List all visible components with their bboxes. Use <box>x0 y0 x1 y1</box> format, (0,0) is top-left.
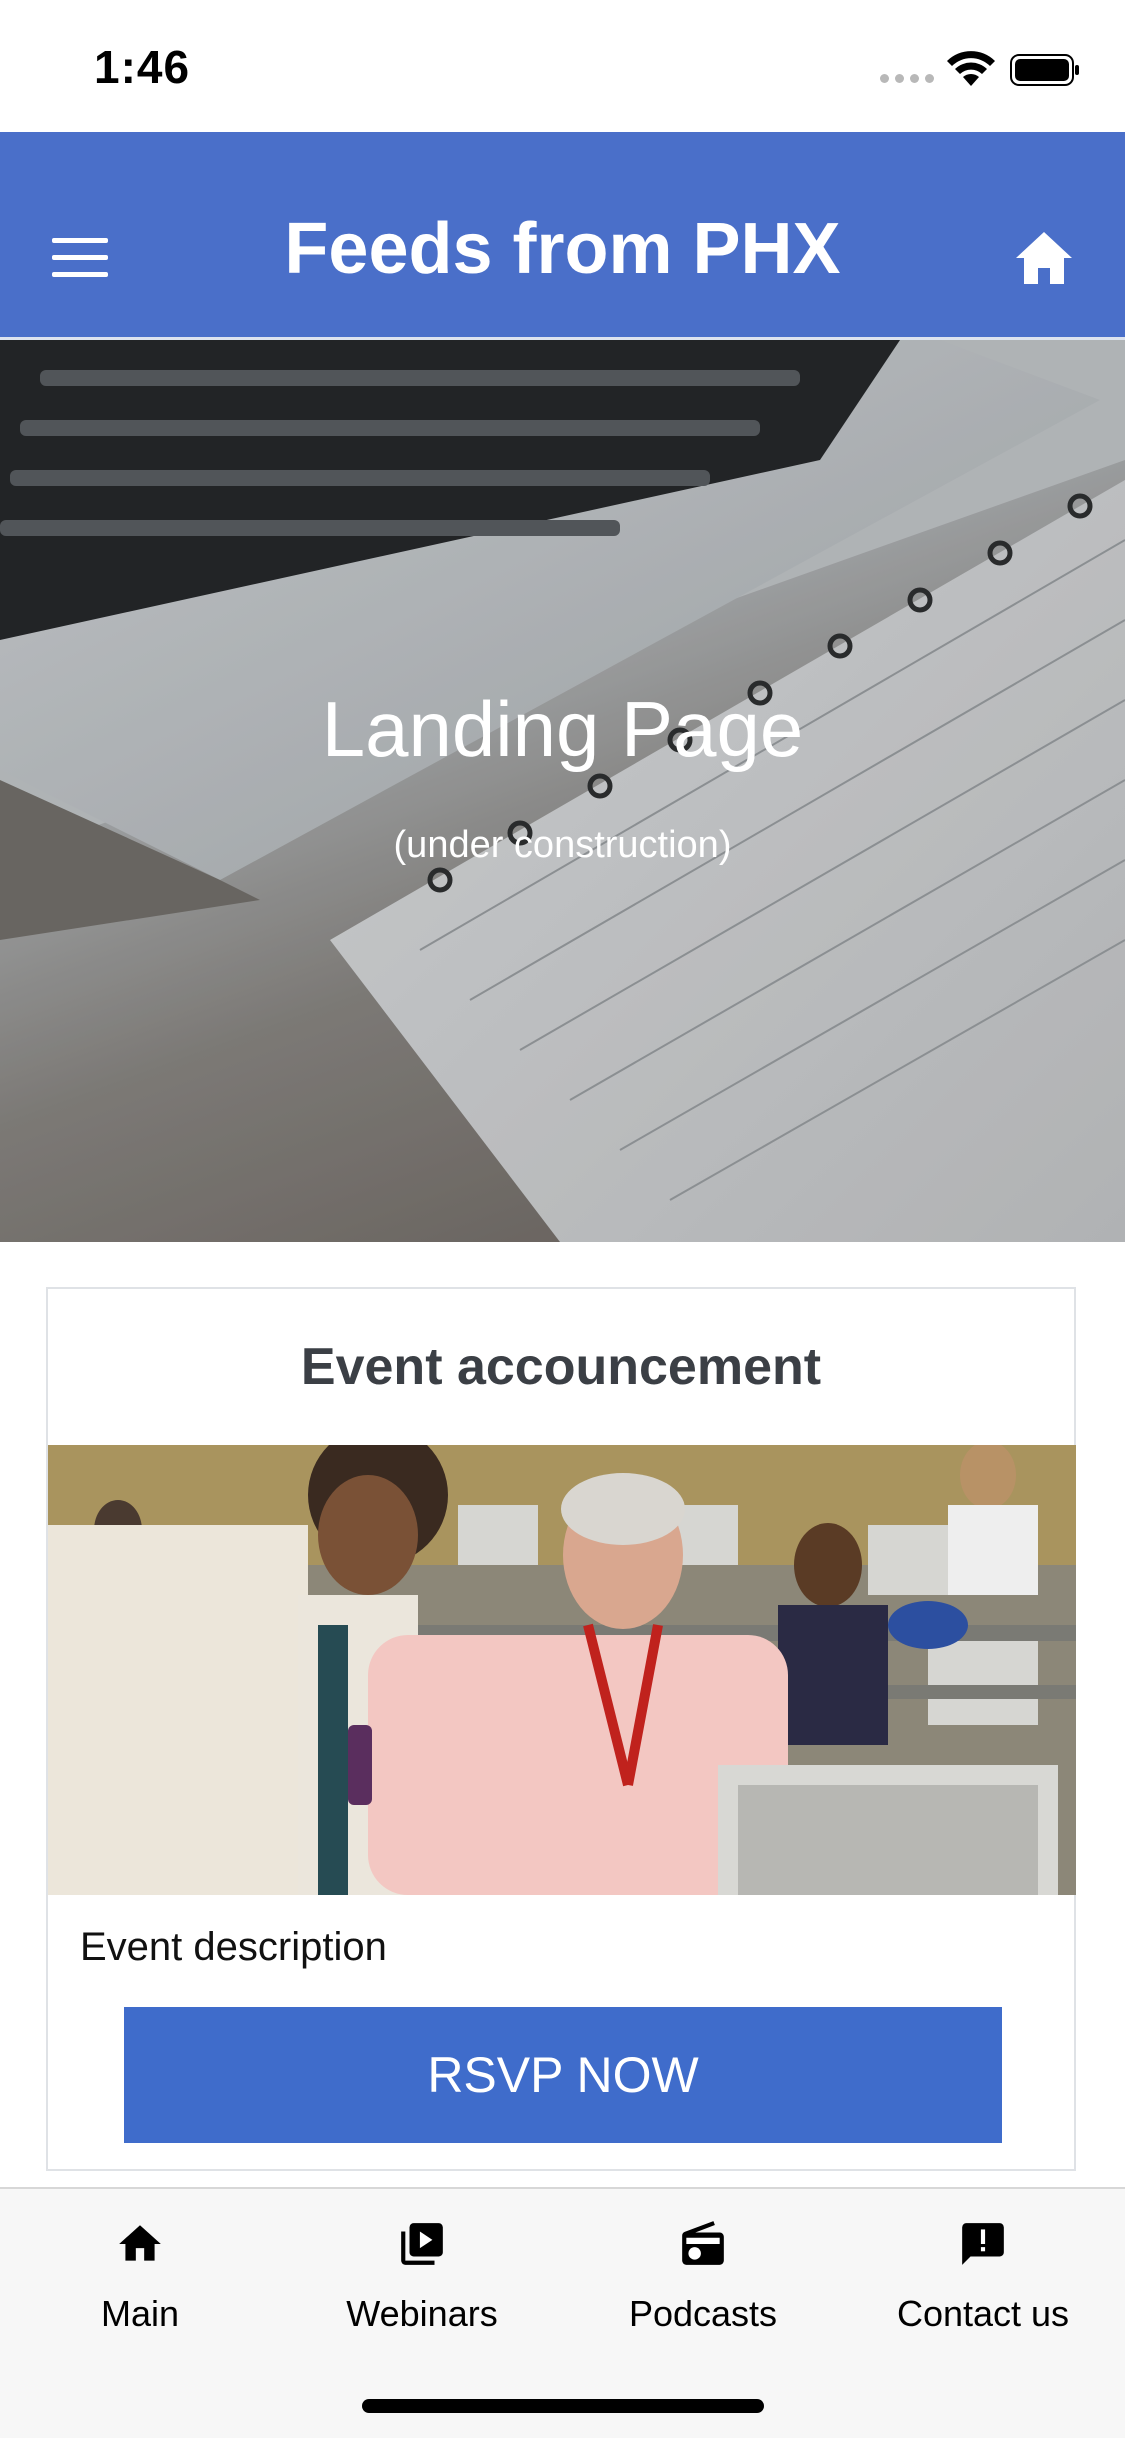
hero-title: Landing Page <box>321 685 804 773</box>
tab-main[interactable]: Main <box>0 2219 280 2335</box>
hero-background-image <box>0 340 1125 1242</box>
hero-subtitle: (under construction) <box>393 824 732 866</box>
tab-contact-us[interactable]: Contact us <box>843 2219 1123 2335</box>
event-card: Event accouncement Event description RSV… <box>46 1287 1076 2171</box>
tab-webinars[interactable]: Webinars <box>282 2219 562 2335</box>
home-icon <box>119 2225 161 2261</box>
home-icon[interactable] <box>1014 230 1074 286</box>
rsvp-button[interactable]: RSVP NOW <box>124 2007 1002 2143</box>
tab-label: Webinars <box>346 2293 498 2334</box>
radio-icon <box>682 2221 724 2265</box>
bottom-tab-bar: Main Webinars Podcasts Contact us <box>0 2187 1125 2438</box>
app-header: Feeds from PHX <box>0 132 1125 340</box>
tab-label: Podcasts <box>628 2293 778 2334</box>
event-photo <box>48 1445 1076 1895</box>
video-library-icon <box>401 2223 443 2265</box>
status-time: 1:46 <box>94 41 191 93</box>
event-title: Event accouncement <box>300 1338 822 1396</box>
tab-label: Contact us <box>896 2293 1070 2334</box>
cellular-signal-icon <box>880 74 934 83</box>
page-title: Feeds from PHX <box>284 209 841 289</box>
status-bar: 1:46 <box>0 0 1125 132</box>
home-indicator[interactable] <box>362 2399 764 2413</box>
feedback-icon <box>962 2223 1004 2265</box>
wifi-icon <box>947 51 995 86</box>
tab-podcasts[interactable]: Podcasts <box>563 2219 843 2335</box>
tab-label: Main <box>100 2293 180 2334</box>
event-description: Event description <box>80 1925 387 1969</box>
hero-banner: Landing Page (under construction) <box>0 340 1125 1242</box>
battery-icon <box>1010 54 1079 86</box>
